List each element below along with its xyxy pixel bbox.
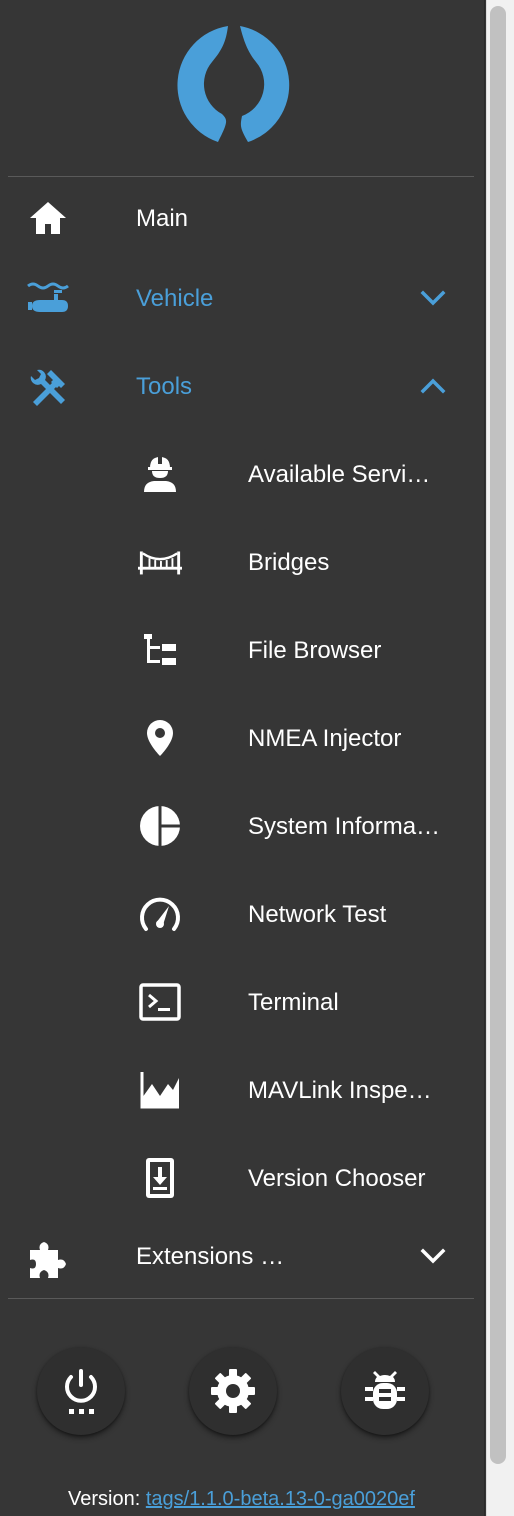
- nav-label-mavlink-inspector: MAVLink Inspe…: [248, 1077, 432, 1104]
- bottom-divider: [8, 1298, 474, 1299]
- nav-item-bridges[interactable]: Bridges: [0, 522, 484, 602]
- nav-label-network-test: Network Test: [248, 901, 387, 928]
- page: Main Vehicle Tools Available Servi… Brid…: [0, 0, 514, 1516]
- nav-label-version-chooser: Version Chooser: [248, 1165, 426, 1192]
- scrollbar-thumb[interactable]: [490, 6, 506, 1464]
- chevron-down-icon[interactable]: [418, 1241, 448, 1271]
- debug-button[interactable]: [341, 1347, 429, 1435]
- map-marker-icon: [138, 716, 182, 760]
- nav-item-extensions[interactable]: Extensions …: [0, 1216, 484, 1296]
- top-divider: [8, 176, 474, 177]
- home-icon: [26, 196, 70, 240]
- nav-label-system-information: System Informa…: [248, 813, 441, 840]
- nav-item-system-information[interactable]: System Informa…: [0, 786, 484, 866]
- nav-label-extensions: Extensions …: [136, 1243, 285, 1270]
- nav-item-vehicle[interactable]: Vehicle: [0, 258, 484, 338]
- pie-chart-icon: [138, 804, 182, 848]
- bridge-icon: [138, 540, 182, 584]
- nav-item-nmea-injector[interactable]: NMEA Injector: [0, 698, 484, 778]
- nav-label-vehicle: Vehicle: [136, 285, 214, 312]
- terminal-icon: [138, 980, 182, 1024]
- nav-label-main: Main: [136, 205, 189, 232]
- gear-icon: [211, 1369, 255, 1413]
- power-button[interactable]: [37, 1347, 125, 1435]
- nav-label-tools: Tools: [136, 373, 193, 400]
- version-text: Version: tags/1.1.0-beta.13-0-ga0020ef: [68, 1488, 415, 1511]
- nav-item-mavlink-inspector[interactable]: MAVLink Inspe…: [0, 1050, 484, 1130]
- nav-item-main[interactable]: Main: [0, 178, 484, 258]
- nav-item-tools[interactable]: Tools: [0, 346, 484, 426]
- cellphone-arrow-down-icon: [138, 1156, 182, 1200]
- chart-line-icon: [138, 1068, 182, 1112]
- nav-label-nmea-injector: NMEA Injector: [248, 725, 402, 752]
- blueos-logo: [177, 26, 290, 142]
- bug-icon: [365, 1371, 405, 1409]
- chevron-down-icon[interactable]: [418, 283, 448, 313]
- nav-item-file-browser[interactable]: File Browser: [0, 610, 484, 690]
- power-icon: [65, 1369, 97, 1414]
- nav-label-bridges: Bridges: [248, 549, 330, 576]
- speedometer-icon: [138, 892, 182, 936]
- worker-icon: [138, 452, 182, 496]
- settings-button[interactable]: [189, 1347, 277, 1435]
- nav-label-terminal: Terminal: [248, 989, 339, 1016]
- nav-label-file-browser: File Browser: [248, 637, 382, 664]
- nav-item-available-services[interactable]: Available Servi…: [0, 434, 484, 514]
- chevron-up-icon[interactable]: [418, 371, 448, 401]
- nav-item-network-test[interactable]: Network Test: [0, 874, 484, 954]
- nav-label-available-services: Available Servi…: [248, 461, 431, 488]
- nav-item-version-chooser[interactable]: Version Chooser: [0, 1138, 484, 1218]
- submarine-icon: [26, 276, 70, 320]
- tools-icon: [26, 365, 70, 409]
- puzzle-icon: [26, 1236, 70, 1280]
- version-prefix: Version:: [68, 1488, 141, 1510]
- file-tree-icon: [138, 628, 182, 672]
- navigation-drawer: Main Vehicle Tools Available Servi… Brid…: [0, 0, 485, 1516]
- nav-item-terminal[interactable]: Terminal: [0, 962, 484, 1042]
- version-link[interactable]: tags/1.1.0-beta.13-0-ga0020ef: [146, 1488, 415, 1510]
